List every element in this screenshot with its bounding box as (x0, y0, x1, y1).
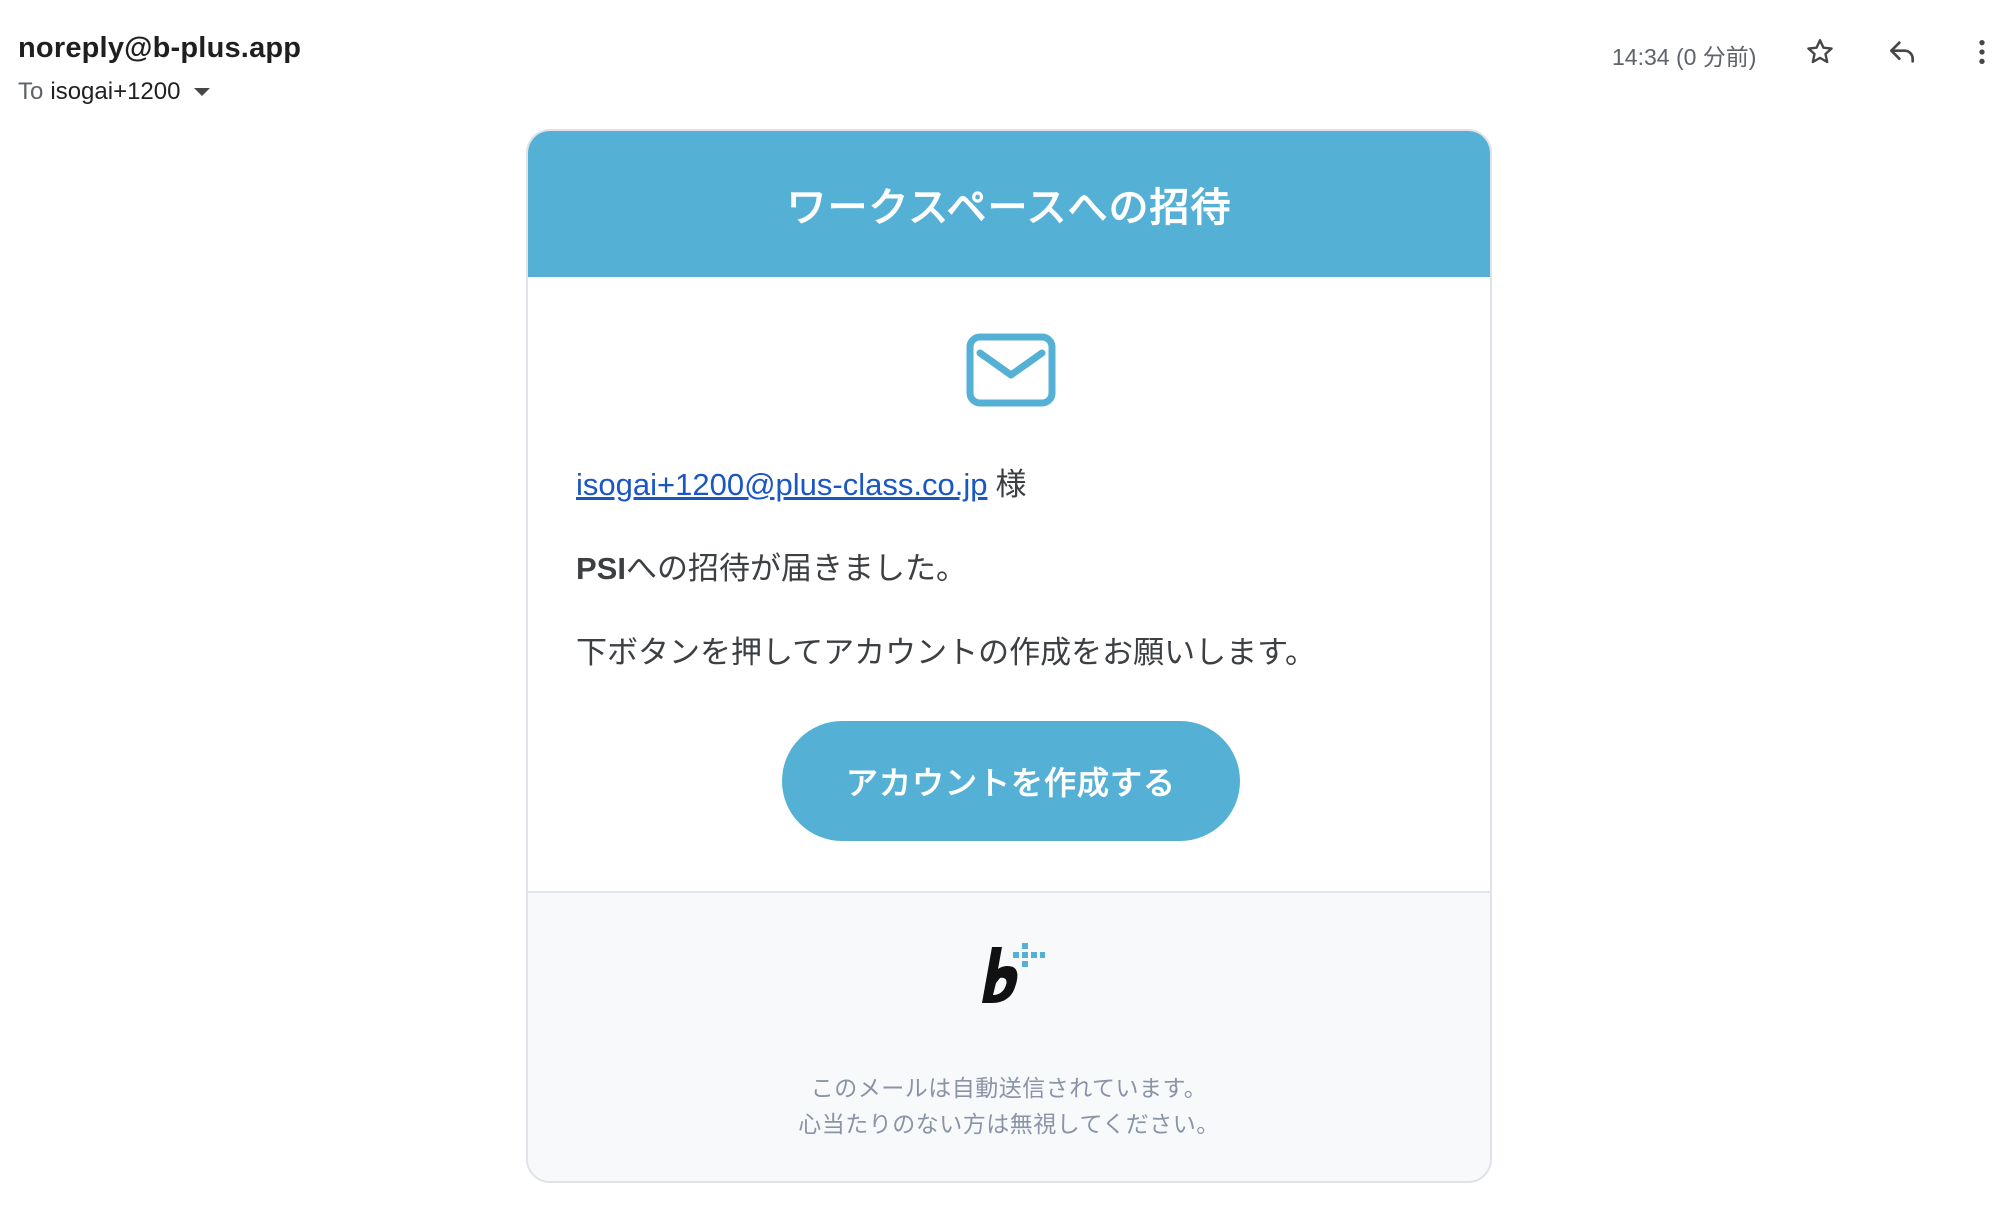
recipient-name: isogai+1200 (50, 78, 181, 105)
b-plus-logo (982, 943, 1045, 1003)
greeting-line: isogai+1200@plus-class.co.jp 様 (576, 459, 1026, 504)
footer-note-ignore: 心当たりのない方は無視してください。 (798, 1111, 1220, 1137)
honorific: 様 (995, 467, 1027, 502)
more-options-button[interactable] (1960, 30, 2004, 74)
instruction-text: 下ボタンを押してアカウントの作成をお願いします。 (576, 635, 1316, 670)
recipient-details-toggle[interactable]: To isogai+1200 (18, 78, 211, 106)
footer-note-auto-sent: このメールは自動送信されています。 (810, 1075, 1208, 1101)
card-footer: このメールは自動送信されています。 心当たりのない方は無視してください。 (528, 891, 1490, 1181)
reply-icon (1890, 41, 1914, 63)
organization-name: PSI (576, 551, 626, 586)
card-title: ワークスペースへの招待 (786, 186, 1232, 230)
reply-button[interactable] (1880, 30, 1924, 74)
recipient-email-link[interactable]: isogai+1200@plus-class.co.jp (576, 467, 987, 502)
email-card: ワークスペースへの招待 isogai+1200@plus-class.co.jp… (526, 129, 1492, 1183)
card-header: ワークスペースへの招待 (528, 131, 1490, 277)
invite-text: への招待が届きました。 (625, 551, 967, 586)
star-button[interactable] (1798, 30, 1842, 74)
star-icon (1807, 39, 1833, 64)
invite-message: PSIへの招待が届きました。 (576, 543, 967, 588)
email-view: noreply@b-plus.app To isogai+1200 14:34 … (0, 0, 2016, 1220)
create-account-button[interactable]: アカウントを作成する (782, 721, 1240, 841)
envelope-icon (966, 333, 1056, 407)
chevron-down-icon[interactable] (194, 88, 211, 96)
card-body: isogai+1200@plus-class.co.jp 様 PSIへの招待が届き… (528, 277, 1490, 891)
sender-address: noreply@b-plus.app (18, 32, 302, 64)
email-timestamp: 14:34 (0 分前) (1612, 44, 1757, 70)
to-label: To (18, 78, 44, 105)
more-vert-icon (1979, 40, 1985, 64)
